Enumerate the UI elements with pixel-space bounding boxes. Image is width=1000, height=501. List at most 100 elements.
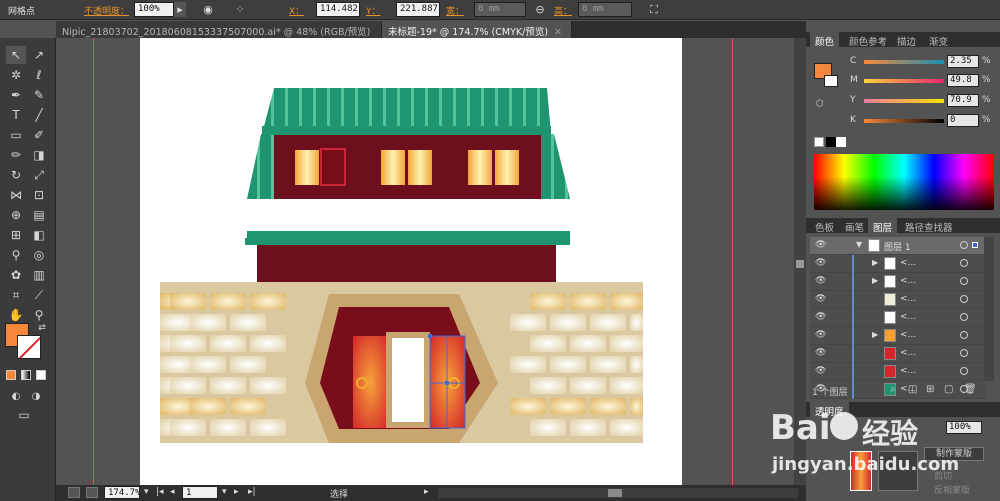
pen-tool-icon[interactable]: ✒ — [6, 86, 26, 104]
clipping-mask-icon[interactable]: ◫ — [908, 384, 917, 395]
type-tool-icon[interactable]: T — [6, 106, 26, 124]
sublayer-row[interactable]: 👁 <... — [810, 363, 986, 381]
eye-icon[interactable]: 👁 — [815, 312, 826, 322]
rotate-tool-icon[interactable]: ↻ — [6, 166, 26, 184]
eye-icon[interactable]: 👁 — [815, 348, 826, 358]
pencil-tool-icon[interactable]: ✏ — [6, 146, 26, 164]
x-field[interactable]: 114.482 n — [316, 2, 360, 17]
artboard-nav-icon[interactable] — [68, 487, 80, 498]
none-mode-icon[interactable] — [36, 370, 46, 380]
tab-untitled-19[interactable]: 未标题-19* @ 174.7% (CMYK/预览) ✕ — [382, 21, 572, 38]
width-field[interactable]: 0 mm — [474, 2, 526, 17]
delete-layer-icon[interactable]: 🗑 — [964, 384, 977, 395]
lasso-tool-icon[interactable]: ℓ — [29, 66, 49, 84]
next-page-icon[interactable]: ▸ — [234, 487, 239, 497]
blend-tool-icon[interactable]: ◎ — [29, 246, 49, 264]
selection-tool-icon[interactable]: ↖ — [6, 46, 26, 64]
target-icon[interactable] — [960, 349, 968, 357]
tab-color-guide[interactable]: 颜色参考 — [844, 32, 892, 48]
last-page-icon[interactable]: ▸| — [248, 487, 256, 497]
symbol-sprayer-tool-icon[interactable]: ✿ — [6, 266, 26, 284]
expand-arrow-icon[interactable]: ▶ — [872, 276, 878, 285]
gradient-tool-icon[interactable]: ◧ — [29, 226, 49, 244]
scroll-thumb[interactable] — [796, 260, 804, 268]
color-spectrum[interactable] — [814, 154, 994, 210]
shape-builder-tool-icon[interactable]: ⊕ — [6, 206, 26, 224]
expand-arrow-icon[interactable]: ▶ — [872, 258, 878, 267]
expand-arrow-icon[interactable]: ▼ — [856, 240, 862, 249]
channel-m-slider[interactable] — [864, 79, 944, 83]
width-tool-icon[interactable]: ⋈ — [6, 186, 26, 204]
eye-icon[interactable]: 👁 — [815, 366, 826, 376]
tab-pathfinder[interactable]: 路径查找器 — [900, 218, 958, 234]
opacity-label[interactable]: 不透明度： — [84, 4, 129, 17]
column-graph-tool-icon[interactable]: ▥ — [29, 266, 49, 284]
sublayer-row[interactable]: 👁 <... — [810, 309, 986, 327]
mesh-tool-icon[interactable]: ⊞ — [6, 226, 26, 244]
artboard-tool-icon[interactable]: ⌗ — [6, 286, 26, 304]
transform-icon[interactable]: ⛶ — [646, 2, 662, 17]
channel-c-value[interactable]: 2.35 — [947, 55, 979, 68]
paintbrush-tool-icon[interactable]: ✐ — [29, 126, 49, 144]
line-tool-icon[interactable]: ╱ — [29, 106, 49, 124]
eye-icon[interactable]: 👁 — [815, 294, 826, 304]
tab-gradient[interactable]: 渐变 — [924, 32, 953, 48]
opacity-field[interactable]: 100% — [134, 2, 174, 17]
target-icon[interactable] — [960, 241, 968, 249]
expand-arrow-icon[interactable]: ▶ — [872, 330, 878, 339]
target-icon[interactable] — [960, 331, 968, 339]
artboard[interactable] — [140, 38, 682, 485]
sublayer-row[interactable]: 👁 ▶ <... — [810, 327, 986, 345]
page-field[interactable]: 1 — [182, 486, 218, 499]
prev-page-icon[interactable]: ◂ — [170, 487, 175, 497]
sublayer-row[interactable]: 👁 <... — [810, 291, 986, 309]
tab-swatches[interactable]: 色板 — [810, 218, 839, 234]
first-page-icon[interactable]: |◂ — [156, 487, 164, 497]
locate-object-icon[interactable]: ⌕ — [890, 384, 896, 395]
eraser-tool-icon[interactable]: ◨ — [29, 146, 49, 164]
stroke-color-swatch[interactable] — [824, 75, 838, 87]
channel-k-value[interactable]: 0 — [947, 114, 979, 127]
layer-row-top[interactable]: 👁 ▼ 图层 1 — [810, 237, 986, 255]
zoom-field[interactable]: 174.7% — [104, 486, 140, 499]
curvature-tool-icon[interactable]: ✎ — [29, 86, 49, 104]
hand-tool-icon[interactable]: ✋ — [6, 306, 26, 324]
canvas-area[interactable] — [56, 38, 794, 485]
eye-icon[interactable]: 👁 — [815, 240, 826, 250]
sublayer-row[interactable]: 👁 ▶ <... — [810, 273, 986, 291]
sublayer-row[interactable]: 👁 <... — [810, 345, 986, 363]
draw-mode-icon[interactable]: ◐ — [6, 388, 26, 406]
new-sublayer-icon[interactable]: ⊞ — [926, 384, 934, 395]
eye-icon[interactable]: 👁 — [815, 276, 826, 286]
scale-tool-icon[interactable]: ⤢ — [29, 166, 49, 184]
target-icon[interactable] — [960, 259, 968, 267]
tab-stroke[interactable]: 描边 — [892, 32, 921, 48]
target-icon[interactable] — [960, 313, 968, 321]
gradient-mode-icon[interactable] — [21, 370, 31, 380]
direct-selection-tool-icon[interactable]: ↗ — [29, 46, 49, 64]
eyedropper-tool-icon[interactable]: ⚲ — [6, 246, 26, 264]
export-icon[interactable] — [86, 487, 98, 498]
channel-c-slider[interactable] — [864, 60, 944, 64]
horizontal-scrollbar[interactable] — [438, 488, 798, 498]
eye-icon[interactable]: 👁 — [815, 258, 826, 268]
stroke-swatch[interactable] — [17, 335, 41, 359]
target-icon[interactable] — [960, 367, 968, 375]
hscroll-thumb[interactable] — [608, 489, 622, 497]
link-icon[interactable]: ⊖ — [532, 2, 548, 17]
target-icon[interactable] — [960, 277, 968, 285]
zoom-dropdown-icon[interactable]: ▾ — [144, 487, 149, 497]
out-of-gamut-icon[interactable]: ⬡ — [816, 99, 824, 109]
tab-color[interactable]: 颜色 — [810, 32, 840, 48]
channel-y-value[interactable]: 70.9 — [947, 94, 979, 107]
magic-wand-tool-icon[interactable]: ✲ — [6, 66, 26, 84]
tab-layers[interactable]: 图层 — [868, 218, 898, 234]
opacity-dropdown-icon[interactable]: ▸ — [174, 2, 186, 17]
none-swatch[interactable] — [814, 137, 824, 147]
swap-fill-stroke-icon[interactable]: ⇄ — [32, 319, 52, 337]
channel-m-value[interactable]: 49.8 — [947, 74, 979, 87]
slice-tool-icon[interactable]: ⟋ — [29, 286, 49, 304]
black-swatch[interactable] — [826, 137, 836, 147]
y-field[interactable]: 221.887 n — [396, 2, 440, 17]
draw-inside-icon[interactable]: ◑ — [26, 388, 46, 406]
